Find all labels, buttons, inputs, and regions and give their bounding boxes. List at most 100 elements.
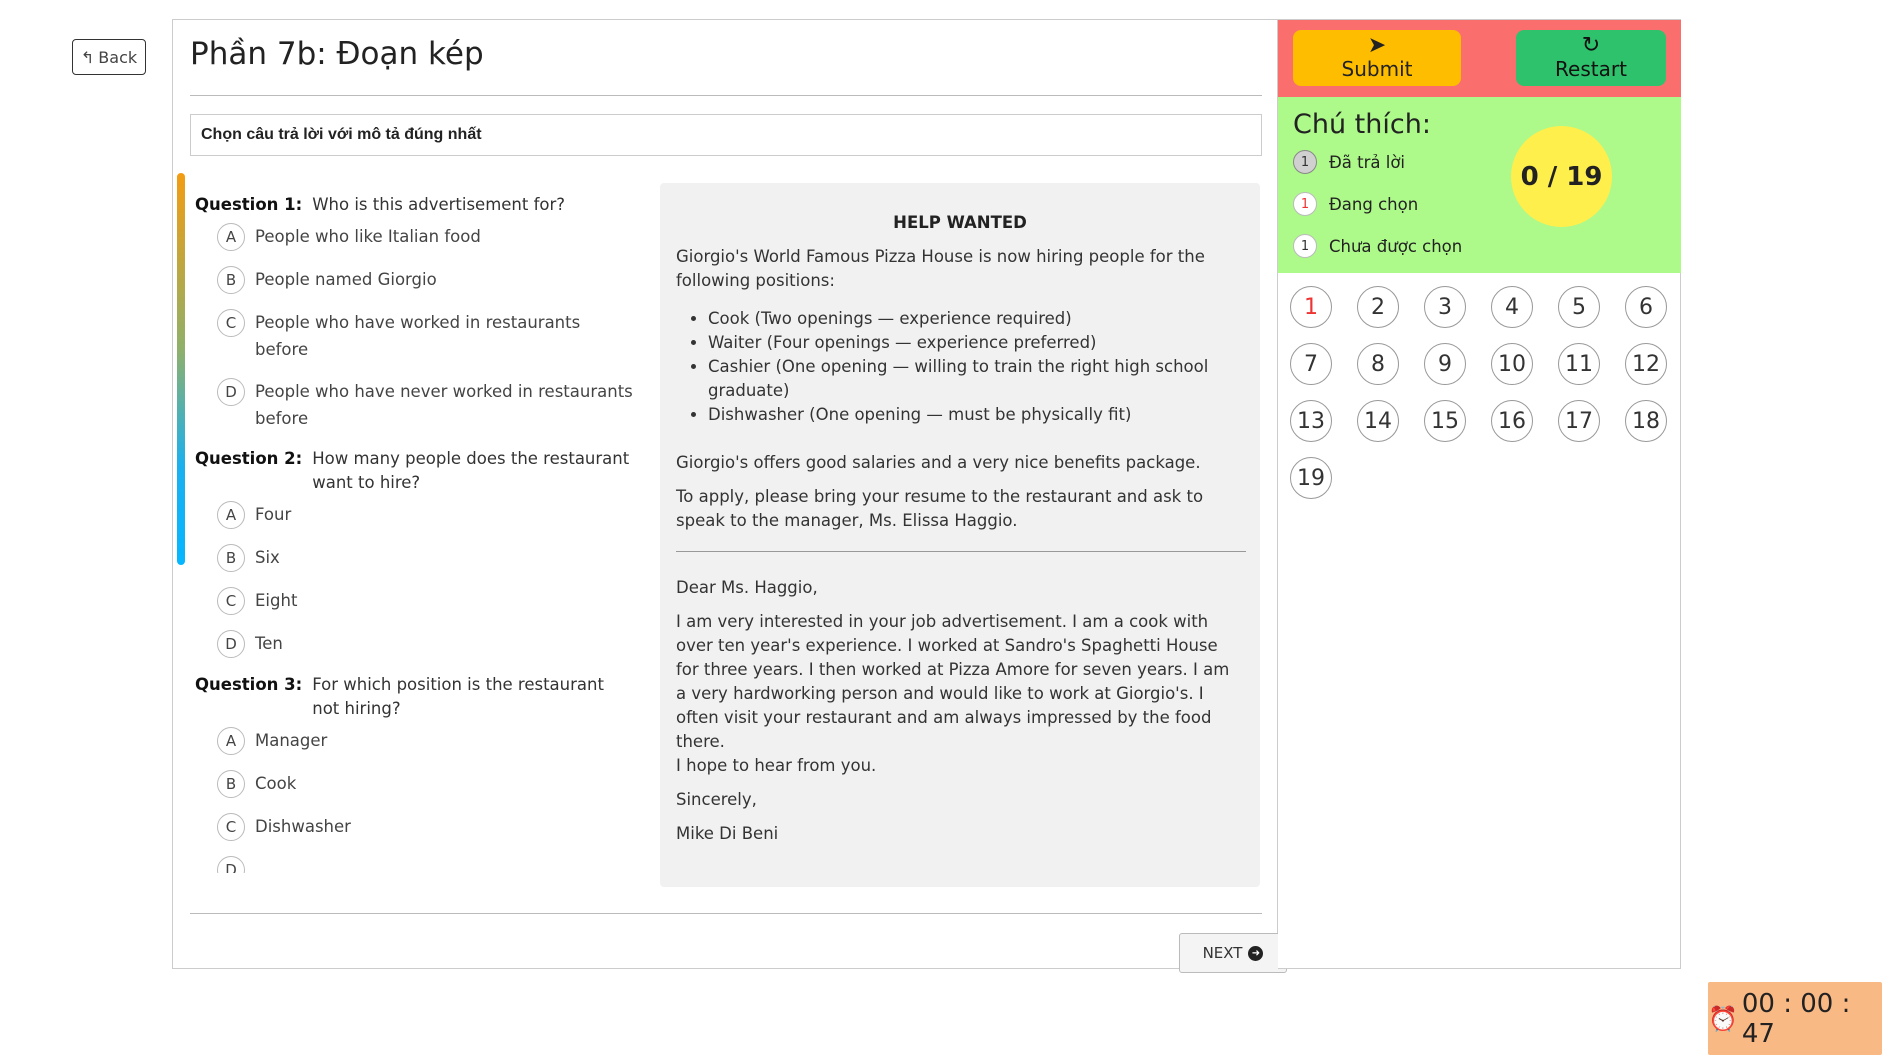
reading-passage[interactable]: HELP WANTED Giorgio's World Famous Pizza… <box>660 183 1260 887</box>
passage-salary: Giorgio's offers good salaries and a ver… <box>676 453 1201 472</box>
letter-signoff: Sincerely, <box>676 790 757 809</box>
question-nav-button-17[interactable]: 17 <box>1558 400 1600 442</box>
option-letter: D <box>217 630 245 658</box>
question-text: How many people does the restaurant want… <box>312 449 630 492</box>
question-nav-button-9[interactable]: 9 <box>1424 343 1466 385</box>
option-text: Six <box>255 548 280 567</box>
option-d[interactable]: D <box>195 856 635 873</box>
side-panel: ➤ Submit ↻ Restart Chú thích: 1 Đã trả l… <box>1278 19 1681 969</box>
positions-list: Cook (Two openings — experience required… <box>708 307 1244 427</box>
option-letter: C <box>217 813 245 841</box>
title-divider <box>190 95 1262 96</box>
option-d[interactable]: D Ten <box>195 630 635 658</box>
option-text: Dishwasher <box>255 817 351 836</box>
scroll-progress-bar <box>177 173 185 565</box>
legend-unselected: 1 Chưa được chọn <box>1293 234 1462 258</box>
question-navigator: 1 2 3 4 5 6 7 8 9 10 11 12 13 14 15 16 17 18 19 <box>1290 286 1680 499</box>
timer-value: 00 : 00 : 47 <box>1741 988 1851 1049</box>
submit-button[interactable]: ➤ Submit <box>1293 30 1461 86</box>
passage-heading: HELP WANTED <box>893 213 1027 232</box>
instruction-box: Chọn câu trả lời với mô tả đúng nhất <box>190 114 1262 156</box>
question-2: Question 2: How many people does the res… <box>195 447 635 658</box>
question-nav-button-6[interactable]: 6 <box>1625 286 1667 328</box>
score-counter: 0 / 19 <box>1511 126 1612 227</box>
legend-sample-current: 1 <box>1293 192 1317 216</box>
question-nav-button-7[interactable]: 7 <box>1290 343 1332 385</box>
option-letter: B <box>217 544 245 572</box>
next-button[interactable]: NEXT ➜ <box>1179 933 1287 973</box>
legend-sample-answered: 1 <box>1293 150 1317 174</box>
question-nav-button-13[interactable]: 13 <box>1290 400 1332 442</box>
option-a[interactable]: A Manager <box>195 727 635 755</box>
option-a[interactable]: A Four <box>195 501 635 529</box>
legend-box: Chú thích: 1 Đã trả lời 1 Đang chọn 1 Ch… <box>1278 97 1681 273</box>
option-text: Manager <box>255 731 328 750</box>
next-button-label: NEXT <box>1202 944 1243 962</box>
question-nav-button-4[interactable]: 4 <box>1491 286 1533 328</box>
submit-button-label: Submit <box>1341 57 1413 81</box>
option-text: People named Giorgio <box>255 270 437 289</box>
option-b[interactable]: B People named Giorgio <box>195 266 635 294</box>
question-label: Question 1: <box>195 195 303 214</box>
restart-icon: ↻ <box>1581 33 1601 58</box>
option-text: Eight <box>255 591 298 610</box>
option-c[interactable]: C Eight <box>195 587 635 615</box>
restart-button[interactable]: ↻ Restart <box>1516 30 1666 86</box>
question-nav-button-11[interactable]: 11 <box>1558 343 1600 385</box>
footer-divider <box>190 913 1262 914</box>
position-item: Cashier (One opening — willing to train … <box>708 355 1244 403</box>
option-letter: C <box>217 309 245 337</box>
question-1: Question 1: Who is this advertisement fo… <box>195 193 635 432</box>
alarm-clock-icon: ⏰ <box>1708 1004 1738 1033</box>
legend-title: Chú thích: <box>1293 109 1431 140</box>
question-text: For which position is the restaurant not… <box>312 675 604 718</box>
position-item: Waiter (Four openings — experience prefe… <box>708 331 1244 355</box>
question-nav-button-2[interactable]: 2 <box>1357 286 1399 328</box>
question-panel: Phần 7b: Đoạn kép Chọn câu trả lời với m… <box>172 19 1287 973</box>
action-bar: ➤ Submit ↻ Restart <box>1278 20 1681 97</box>
option-c[interactable]: C People who have worked in restaurants … <box>195 309 635 363</box>
question-nav-button-5[interactable]: 5 <box>1558 286 1600 328</box>
question-nav-button-16[interactable]: 16 <box>1491 400 1533 442</box>
option-text: People who have never worked in restaura… <box>255 382 633 428</box>
legend-answered: 1 Đã trả lời <box>1293 150 1405 174</box>
question-nav-button-14[interactable]: 14 <box>1357 400 1399 442</box>
option-b[interactable]: B Cook <box>195 770 635 798</box>
option-letter: B <box>217 770 245 798</box>
page-title: Phần 7b: Đoạn kép <box>190 36 484 72</box>
paper-plane-icon: ➤ <box>1367 33 1387 58</box>
legend-sample-unselected: 1 <box>1293 234 1317 258</box>
position-item: Cook (Two openings — experience required… <box>708 307 1244 331</box>
questions-list[interactable]: Question 1: Who is this advertisement fo… <box>195 193 635 873</box>
option-letter: A <box>217 223 245 251</box>
question-label: Question 2: <box>195 449 303 468</box>
question-nav-button-12[interactable]: 12 <box>1625 343 1667 385</box>
option-d[interactable]: D People who have never worked in restau… <box>195 378 635 432</box>
option-b[interactable]: B Six <box>195 544 635 572</box>
question-nav-button-15[interactable]: 15 <box>1424 400 1466 442</box>
question-label: Question 3: <box>195 675 303 694</box>
question-nav-button-3[interactable]: 3 <box>1424 286 1466 328</box>
question-3: Question 3: For which position is the re… <box>195 673 635 873</box>
countdown-timer: ⏰ 00 : 00 : 47 <box>1708 982 1882 1055</box>
option-text: Four <box>255 505 292 524</box>
option-letter: A <box>217 501 245 529</box>
legend-label: Chưa được chọn <box>1329 236 1463 256</box>
option-c[interactable]: C Dishwasher <box>195 813 635 841</box>
option-text: Ten <box>255 634 283 653</box>
restart-button-label: Restart <box>1555 57 1627 81</box>
position-item: Dishwasher (One opening — must be physic… <box>708 403 1244 427</box>
option-a[interactable]: A People who like Italian food <box>195 223 635 251</box>
question-nav-button-18[interactable]: 18 <box>1625 400 1667 442</box>
option-letter: A <box>217 727 245 755</box>
option-letter: D <box>217 378 245 406</box>
question-nav-button-8[interactable]: 8 <box>1357 343 1399 385</box>
option-text: People who like Italian food <box>255 227 481 246</box>
question-nav-button-19[interactable]: 19 <box>1290 457 1332 499</box>
question-nav-button-1[interactable]: 1 <box>1290 286 1332 328</box>
passage-intro: Giorgio's World Famous Pizza House is no… <box>676 247 1205 290</box>
back-button-label: Back <box>98 47 138 67</box>
question-nav-button-10[interactable]: 10 <box>1491 343 1533 385</box>
back-button[interactable]: ↰ Back <box>72 39 146 75</box>
option-letter: B <box>217 266 245 294</box>
